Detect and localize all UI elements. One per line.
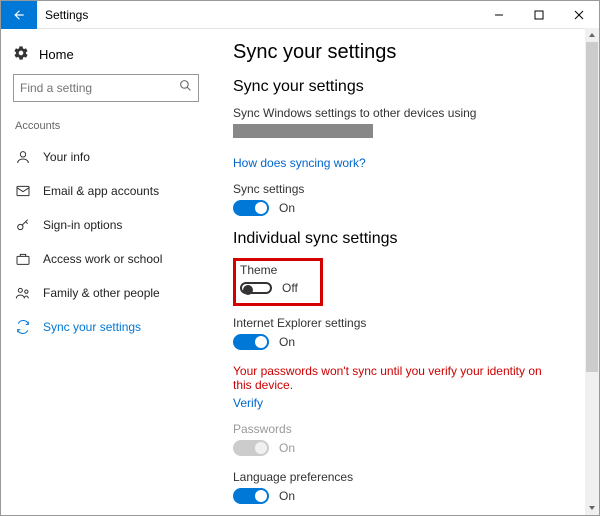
- sync-icon: [15, 319, 31, 335]
- toggle-label: Internet Explorer settings: [233, 316, 577, 330]
- scroll-thumb[interactable]: [586, 42, 598, 372]
- sidebar-item-label: Sign-in options: [43, 218, 122, 232]
- minimize-button[interactable]: [479, 1, 519, 29]
- maximize-button[interactable]: [519, 1, 559, 29]
- page-title: Sync your settings: [233, 41, 577, 64]
- sidebar-item-label: Access work or school: [43, 252, 162, 266]
- toggle-label: Passwords: [233, 422, 577, 436]
- person-icon: [15, 149, 31, 165]
- toggle-passwords: Passwords On: [233, 422, 577, 456]
- home-label: Home: [39, 47, 74, 62]
- toggle-switch: [233, 440, 269, 456]
- toggle-ie: Internet Explorer settings On: [233, 316, 577, 350]
- content-pane: Sync your settings Sync your settings Sy…: [211, 29, 599, 515]
- home-nav[interactable]: Home: [9, 39, 203, 74]
- toggle-switch[interactable]: [240, 282, 272, 294]
- window-controls: [479, 1, 599, 29]
- sidebar-item-label: Your info: [43, 150, 90, 164]
- toggle-label: Language preferences: [233, 470, 577, 484]
- key-icon: [15, 217, 31, 233]
- sidebar-item-family[interactable]: Family & other people: [9, 276, 203, 310]
- sidebar-item-your-info[interactable]: Your info: [9, 140, 203, 174]
- toggle-label: Sync settings: [233, 182, 577, 196]
- verify-link[interactable]: Verify: [233, 396, 263, 410]
- toggle-label: Theme: [240, 263, 298, 277]
- sidebar-item-sync[interactable]: Sync your settings: [9, 310, 203, 344]
- toggle-theme: Theme Off: [240, 263, 298, 295]
- toggle-state: Off: [282, 281, 298, 295]
- section-title-sync: Sync your settings: [233, 78, 577, 96]
- close-button[interactable]: [559, 1, 599, 29]
- mail-icon: [15, 183, 31, 199]
- people-icon: [15, 285, 31, 301]
- sync-description: Sync Windows settings to other devices u…: [233, 106, 577, 120]
- gear-icon: [13, 45, 29, 64]
- search-box[interactable]: [13, 74, 199, 102]
- search-input[interactable]: [20, 81, 179, 95]
- highlight-box: Theme Off: [233, 258, 323, 306]
- toggle-sync-settings: Sync settings On: [233, 182, 577, 216]
- sidebar-item-label: Sync your settings: [43, 320, 141, 334]
- sidebar-item-work[interactable]: Access work or school: [9, 242, 203, 276]
- sidebar-item-email[interactable]: Email & app accounts: [9, 174, 203, 208]
- section-title-individual: Individual sync settings: [233, 230, 577, 248]
- sidebar-item-signin[interactable]: Sign-in options: [9, 208, 203, 242]
- toggle-state: On: [279, 489, 295, 503]
- toggle-state: On: [279, 441, 295, 455]
- toggle-switch[interactable]: [233, 488, 269, 504]
- sidebar-item-label: Family & other people: [43, 286, 160, 300]
- toggle-switch[interactable]: [233, 200, 269, 216]
- back-button[interactable]: [1, 1, 37, 29]
- password-warning: Your passwords won't sync until you veri…: [233, 364, 553, 392]
- how-syncing-link[interactable]: How does syncing work?: [233, 156, 366, 170]
- sidebar: Home Accounts Your info Email & app acco…: [1, 29, 211, 515]
- toggle-state: On: [279, 201, 295, 215]
- scroll-down-arrow[interactable]: [585, 501, 599, 515]
- scroll-up-arrow[interactable]: [585, 28, 599, 42]
- window-body: Home Accounts Your info Email & app acco…: [1, 29, 599, 515]
- sidebar-item-label: Email & app accounts: [43, 184, 159, 198]
- toggle-language: Language preferences On: [233, 470, 577, 504]
- vertical-scrollbar[interactable]: [585, 28, 599, 515]
- titlebar: Settings: [1, 1, 599, 29]
- toggle-state: On: [279, 335, 295, 349]
- sidebar-section-label: Accounts: [9, 116, 203, 140]
- toggle-switch[interactable]: [233, 334, 269, 350]
- account-redacted: [233, 124, 373, 138]
- search-icon: [179, 79, 192, 97]
- window-title: Settings: [37, 8, 479, 22]
- settings-window: Settings Home Accounts: [0, 0, 600, 516]
- briefcase-icon: [15, 251, 31, 267]
